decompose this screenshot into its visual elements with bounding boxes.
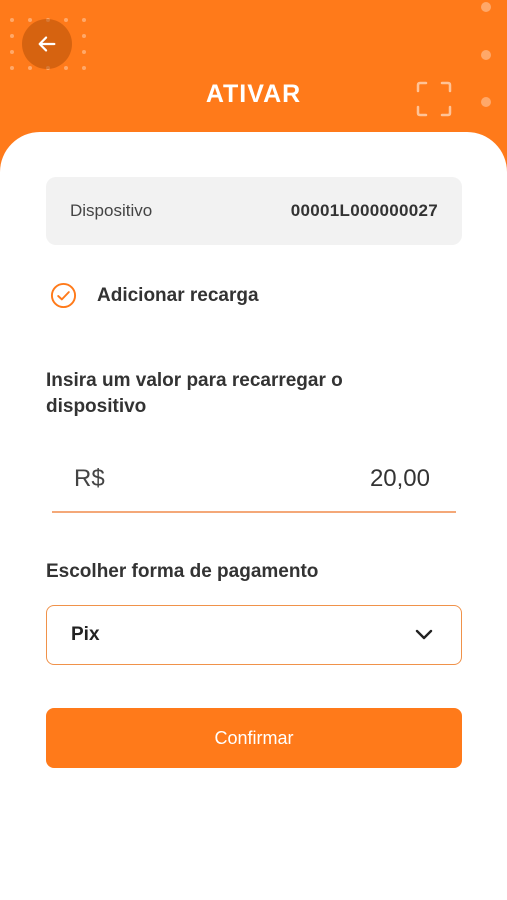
back-button[interactable] [22, 19, 72, 69]
device-id: 00001L000000027 [290, 201, 438, 220]
chevron-down-icon [415, 629, 433, 640]
decorative-dot [481, 50, 491, 60]
device-info: Dispositivo 00001L000000027 [46, 177, 462, 245]
amount-input[interactable]: R$ 20,00 [52, 455, 456, 513]
payment-method-label: Escolher forma de pagamento [46, 561, 319, 582]
currency-symbol: R$ [74, 465, 105, 492]
device-label: Dispositivo [70, 201, 153, 220]
decorative-dot [481, 97, 491, 107]
check-circle-icon[interactable] [50, 282, 77, 309]
content-card [0, 132, 507, 900]
amount-value[interactable]: 20,00 [370, 465, 430, 493]
amount-prompt: Insira um valor para recarregar o dispos… [46, 370, 343, 417]
confirm-button[interactable]: Confirmar [46, 708, 462, 768]
arrow-left-icon [38, 36, 56, 52]
add-recharge-label: Adicionar recarga [97, 284, 259, 306]
add-recharge-toggle[interactable]: Adicionar recarga [50, 282, 259, 309]
scan-frame-icon[interactable] [416, 81, 452, 117]
decorative-dot [481, 2, 491, 12]
payment-method-value: Pix [71, 624, 100, 645]
payment-method-select[interactable]: Pix [46, 605, 462, 665]
